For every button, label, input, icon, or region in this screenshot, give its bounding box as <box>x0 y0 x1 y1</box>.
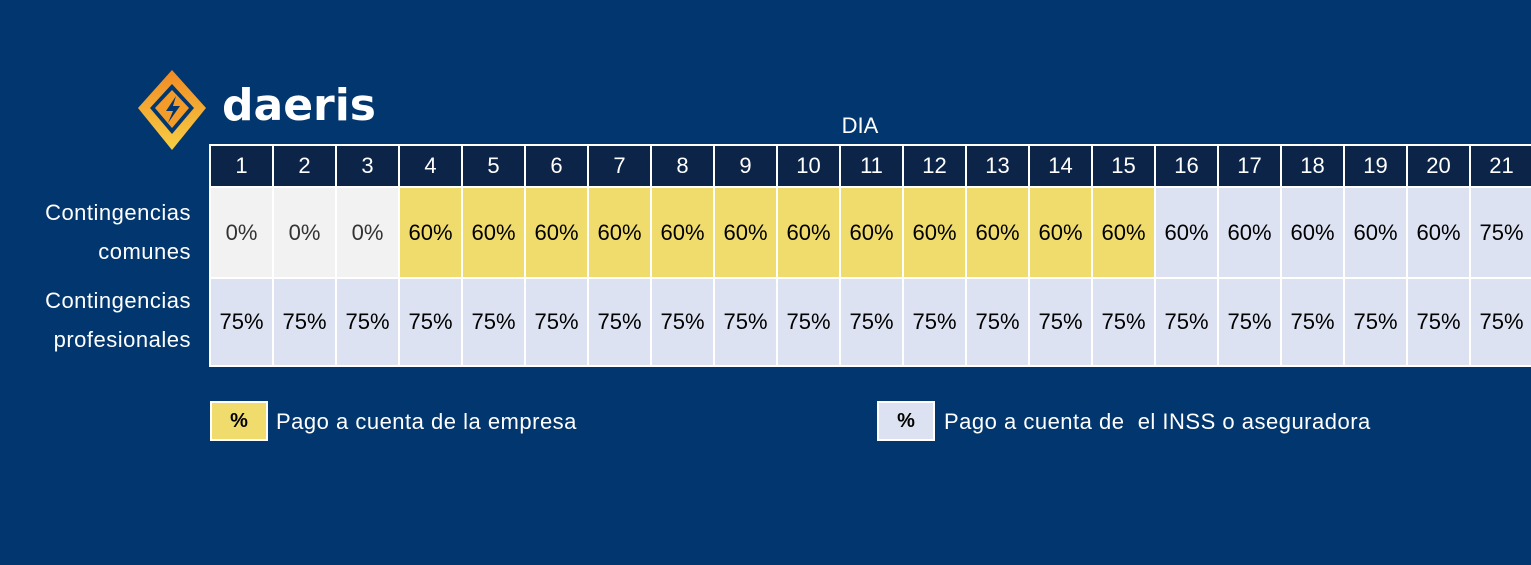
table-cell: 75% <box>211 279 272 365</box>
row-label-comunes: Contingencias comunes <box>45 193 191 271</box>
day-header: 9 <box>715 146 776 186</box>
day-header: 10 <box>778 146 839 186</box>
row-label-line1: Contingencias <box>45 200 191 225</box>
table-cell: 75% <box>1282 279 1343 365</box>
day-header: 18 <box>1282 146 1343 186</box>
table-cell: 75% <box>1093 279 1154 365</box>
table-cell: 75% <box>652 279 713 365</box>
table-cell: 60% <box>1282 188 1343 277</box>
table-cell: 75% <box>841 279 902 365</box>
day-header: 17 <box>1219 146 1280 186</box>
table-cell: 75% <box>400 279 461 365</box>
table-cell: 60% <box>526 188 587 277</box>
legend-label-inss: Pago a cuenta de el INSS o aseguradora <box>944 409 1371 434</box>
table-cell: 75% <box>1345 279 1406 365</box>
table-cell: 0% <box>211 188 272 277</box>
day-header: 16 <box>1156 146 1217 186</box>
row-label-profesionales: Contingencias profesionales <box>45 281 191 359</box>
lightning-bolt-icon <box>138 70 206 150</box>
day-header: 2 <box>274 146 335 186</box>
legend-label-empresa: Pago a cuenta de la empresa <box>276 409 577 434</box>
benefit-percentage-table: 123456789101112131415161718192021...0%0%… <box>209 144 1531 367</box>
table-cell: 60% <box>715 188 776 277</box>
legend-swatch-empresa: % <box>210 401 268 441</box>
table-cell: 60% <box>1093 188 1154 277</box>
table-cell: 60% <box>778 188 839 277</box>
table-cell: 60% <box>652 188 713 277</box>
table-cell: 60% <box>589 188 650 277</box>
day-header: 6 <box>526 146 587 186</box>
table-cell: 60% <box>1030 188 1091 277</box>
day-header: 21 <box>1471 146 1531 186</box>
row-label-line1: Contingencias <box>45 288 191 313</box>
table-cell: 60% <box>904 188 965 277</box>
day-header: 1 <box>211 146 272 186</box>
table-cell: 60% <box>1408 188 1469 277</box>
day-header: 3 <box>337 146 398 186</box>
table-cell: 0% <box>274 188 335 277</box>
table-cell: 60% <box>463 188 524 277</box>
table-cell: 60% <box>1156 188 1217 277</box>
legend-swatch-inss: % <box>877 401 935 441</box>
daeris-logo: daeris <box>136 68 376 152</box>
table-cell: 75% <box>1408 279 1469 365</box>
table-cell: 75% <box>1030 279 1091 365</box>
table-cell: 75% <box>1471 188 1531 277</box>
row-label-line2: profesionales <box>53 327 191 352</box>
table-cell: 0% <box>337 188 398 277</box>
table-cell: 75% <box>463 279 524 365</box>
day-header: 14 <box>1030 146 1091 186</box>
table-cell: 75% <box>967 279 1028 365</box>
day-header: 13 <box>967 146 1028 186</box>
table-cell: 75% <box>337 279 398 365</box>
table-cell: 75% <box>1156 279 1217 365</box>
day-header: 20 <box>1408 146 1469 186</box>
table-cell: 60% <box>1345 188 1406 277</box>
day-header: 19 <box>1345 146 1406 186</box>
table-cell: 60% <box>841 188 902 277</box>
table-cell: 60% <box>1219 188 1280 277</box>
table-cell: 75% <box>589 279 650 365</box>
table-cell: 75% <box>526 279 587 365</box>
table-cell: 75% <box>904 279 965 365</box>
table-cell: 75% <box>1219 279 1280 365</box>
table-cell: 75% <box>715 279 776 365</box>
day-header: 4 <box>400 146 461 186</box>
table-cell: 75% <box>274 279 335 365</box>
table-cell: 75% <box>1471 279 1531 365</box>
table-cell: 75% <box>778 279 839 365</box>
row-label-line2: comunes <box>98 239 191 264</box>
table-cell: 60% <box>400 188 461 277</box>
table-cell: 60% <box>967 188 1028 277</box>
day-header: 15 <box>1093 146 1154 186</box>
day-header: 11 <box>841 146 902 186</box>
day-header: 8 <box>652 146 713 186</box>
day-header: 7 <box>589 146 650 186</box>
day-header: 12 <box>904 146 965 186</box>
table-title: DIA <box>841 113 879 138</box>
day-header: 5 <box>463 146 524 186</box>
